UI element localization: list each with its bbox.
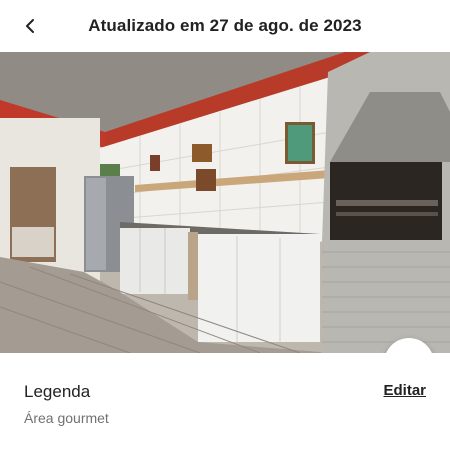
listing-photo bbox=[0, 52, 450, 353]
chevron-left-icon bbox=[26, 19, 34, 33]
back-button[interactable] bbox=[16, 12, 44, 40]
caption-value: Área gourmet bbox=[24, 410, 109, 426]
caption-label: Legenda bbox=[24, 382, 91, 401]
page-title: Atualizado em 27 de ago. de 2023 bbox=[88, 16, 362, 35]
top-bar: Atualizado em 27 de ago. de 2023 bbox=[0, 0, 450, 52]
caption-edit-link[interactable]: Editar bbox=[383, 382, 426, 399]
